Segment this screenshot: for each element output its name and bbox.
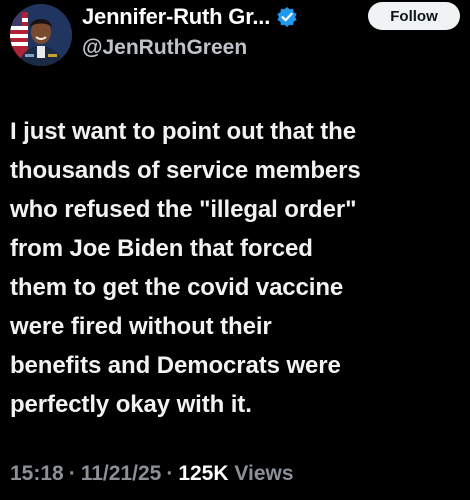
- author-handle[interactable]: @JenRuthGreen: [82, 36, 247, 60]
- tweet-date[interactable]: 11/21/25: [81, 462, 162, 485]
- views-count[interactable]: 125K: [178, 462, 228, 485]
- tweet-text-line: were fired without their: [10, 313, 272, 340]
- tweet-text: I just want to point out that the thousa…: [10, 112, 460, 424]
- avatar[interactable]: [10, 4, 72, 66]
- tweet-header: Jennifer-Ruth Gr... @JenRuthGreen Follow: [0, 0, 470, 80]
- author-display-name[interactable]: Jennifer-Ruth Gr...: [82, 4, 270, 30]
- tweet-text-line: perfectly okay with it.: [10, 391, 252, 418]
- meta-separator: ·: [68, 462, 76, 485]
- follow-button[interactable]: Follow: [368, 2, 460, 30]
- author-name-row[interactable]: Jennifer-Ruth Gr...: [82, 2, 298, 32]
- tweet-text-line: benefits and Democrats were: [10, 352, 341, 379]
- tweet-time[interactable]: 15:18: [10, 462, 64, 485]
- tweet-meta: 15:18 · 11/21/25 · 125K Views: [10, 462, 294, 486]
- tweet-text-line: from Joe Biden that forced: [10, 235, 313, 262]
- verified-badge-icon: [276, 6, 298, 28]
- meta-separator: ·: [166, 462, 174, 485]
- avatar-image: [10, 4, 72, 66]
- tweet-text-line: them to get the covid vaccine: [10, 274, 344, 301]
- tweet-text-line: who refused the "illegal order": [10, 196, 357, 223]
- tweet-text-line: thousands of service members: [10, 157, 361, 184]
- views-label: Views: [234, 462, 294, 485]
- tweet-text-line: I just want to point out that the: [10, 118, 356, 145]
